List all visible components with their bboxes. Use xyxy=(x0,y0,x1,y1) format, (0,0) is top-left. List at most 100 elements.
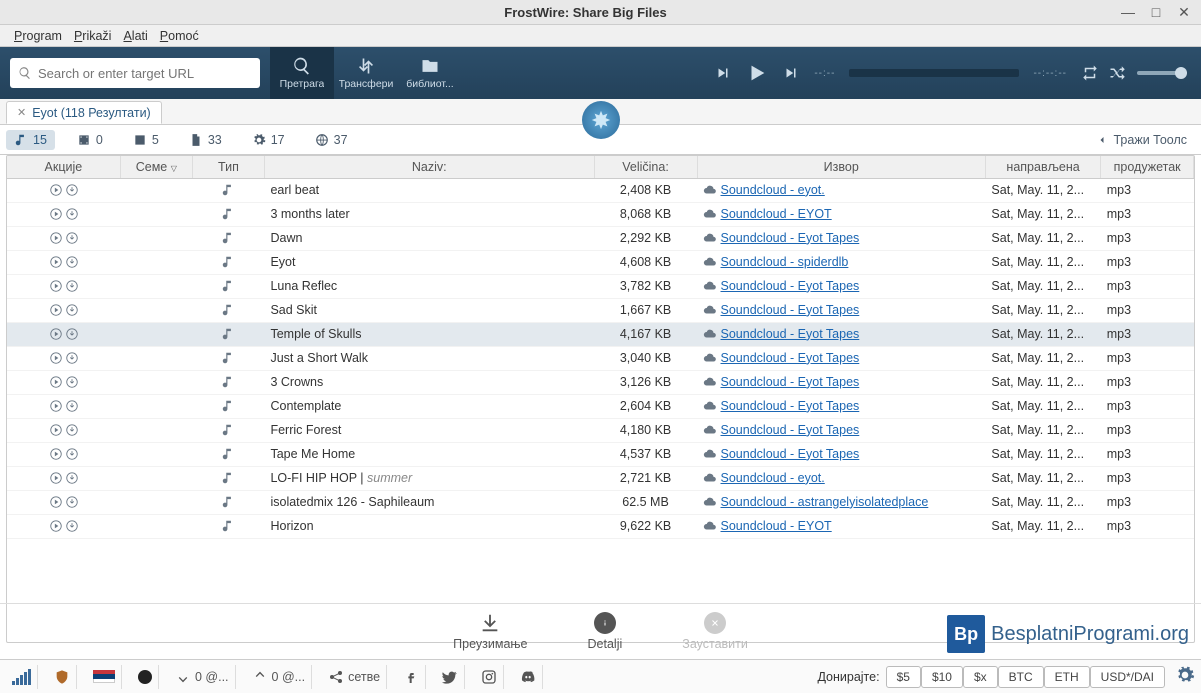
filter-torrent[interactable]: 37 xyxy=(307,130,356,150)
table-row[interactable]: Horizon9,622 KB Soundcloud - EYOTSat, Ma… xyxy=(7,514,1194,538)
table-row[interactable]: Contemplate2,604 KB Soundcloud - Eyot Ta… xyxy=(7,394,1194,418)
shuffle-icon[interactable] xyxy=(1109,64,1127,82)
seeds-indicator[interactable]: сетве xyxy=(322,665,387,689)
row-actions[interactable] xyxy=(7,370,120,394)
brand-logo[interactable]: Bp BesplatniProgrami.org xyxy=(947,615,1189,653)
row-actions[interactable] xyxy=(7,466,120,490)
col-size[interactable]: Veličina: xyxy=(594,156,697,178)
filter-doc[interactable]: 33 xyxy=(181,130,230,150)
minimize-button[interactable]: — xyxy=(1121,4,1135,21)
row-source[interactable]: Soundcloud - Eyot Tapes xyxy=(697,442,985,466)
donate-button[interactable]: $x xyxy=(963,666,998,688)
table-row[interactable]: Just a Short Walk3,040 KB Soundcloud - E… xyxy=(7,346,1194,370)
facebook-link[interactable] xyxy=(397,665,426,689)
row-ext: mp3 xyxy=(1101,250,1194,274)
row-source[interactable]: Soundcloud - Eyot Tapes xyxy=(697,274,985,298)
row-actions[interactable] xyxy=(7,418,120,442)
row-source[interactable]: Soundcloud - Eyot Tapes xyxy=(697,418,985,442)
row-source[interactable]: Soundcloud - Eyot Tapes xyxy=(697,346,985,370)
row-actions[interactable] xyxy=(7,490,120,514)
settings-button[interactable] xyxy=(1175,665,1195,688)
menu-program[interactable]: Program xyxy=(10,27,66,45)
search-tab[interactable]: ✕ Eyot (118 Резултати) xyxy=(6,101,162,124)
row-source[interactable]: Soundcloud - Eyot Tapes xyxy=(697,370,985,394)
menu-pomoc[interactable]: Pomoć xyxy=(156,27,203,45)
table-row[interactable]: LO-FI HIP HOP | summer2,721 KB Soundclou… xyxy=(7,466,1194,490)
table-row[interactable]: 3 Crowns3,126 KB Soundcloud - Eyot Tapes… xyxy=(7,370,1194,394)
row-actions[interactable] xyxy=(7,394,120,418)
twitter-link[interactable] xyxy=(436,665,465,689)
menu-prikazi[interactable]: Prikaži xyxy=(70,27,116,45)
maximize-button[interactable]: □ xyxy=(1149,4,1163,21)
row-actions[interactable] xyxy=(7,298,120,322)
row-source[interactable]: Soundcloud - eyot. xyxy=(697,466,985,490)
row-actions[interactable] xyxy=(7,202,120,226)
table-row[interactable]: earl beat2,408 KB Soundcloud - eyot.Sat,… xyxy=(7,178,1194,202)
close-tab-icon[interactable]: ✕ xyxy=(17,106,26,119)
donate-button[interactable]: $5 xyxy=(886,666,921,688)
row-actions[interactable] xyxy=(7,442,120,466)
player-progress[interactable] xyxy=(849,69,1019,77)
instagram-link[interactable] xyxy=(475,665,504,689)
close-button[interactable]: ✕ xyxy=(1177,4,1191,21)
vpn-indicator[interactable] xyxy=(48,665,77,689)
row-actions[interactable] xyxy=(7,178,120,202)
filter-audio[interactable]: 15 xyxy=(6,130,55,150)
row-source[interactable]: Soundcloud - spiderdlb xyxy=(697,250,985,274)
row-source[interactable]: Soundcloud - EYOT xyxy=(697,202,985,226)
row-source[interactable]: Soundcloud - Eyot Tapes xyxy=(697,394,985,418)
row-source[interactable]: Soundcloud - eyot. xyxy=(697,178,985,202)
col-source[interactable]: Извор xyxy=(697,156,985,178)
download-button[interactable]: Преузимање xyxy=(453,612,527,651)
details-button[interactable]: Detalji xyxy=(588,612,623,651)
volume-slider[interactable] xyxy=(1137,71,1187,75)
toolbar-transfers[interactable]: Трансфери xyxy=(334,47,398,99)
next-icon[interactable] xyxy=(782,64,800,82)
row-source[interactable]: Soundcloud - EYOT xyxy=(697,514,985,538)
donate-button[interactable]: BTC xyxy=(998,666,1044,688)
row-actions[interactable] xyxy=(7,514,120,538)
discord-link[interactable] xyxy=(514,665,543,689)
table-row[interactable]: Tape Me Home4,537 KB Soundcloud - Eyot T… xyxy=(7,442,1194,466)
search-tools-button[interactable]: Тражи Тоолс xyxy=(1088,130,1196,150)
col-name[interactable]: Naziv: xyxy=(264,156,594,178)
menu-alati[interactable]: Alati xyxy=(119,27,151,45)
col-actions[interactable]: Акције xyxy=(7,156,120,178)
row-actions[interactable] xyxy=(7,274,120,298)
col-created[interactable]: направљена xyxy=(985,156,1100,178)
table-row[interactable]: isolatedmix 126 - Saphileaum62.5 MB Soun… xyxy=(7,490,1194,514)
table-row[interactable]: Eyot4,608 KB Soundcloud - spiderdlbSat, … xyxy=(7,250,1194,274)
col-seed[interactable]: Семе ▽ xyxy=(120,156,192,178)
donate-button[interactable]: USD*/DAI xyxy=(1090,666,1165,688)
table-row[interactable]: Temple of Skulls4,167 KB Soundcloud - Ey… xyxy=(7,322,1194,346)
row-actions[interactable] xyxy=(7,226,120,250)
row-actions[interactable] xyxy=(7,322,120,346)
toolbar-library[interactable]: библиот... xyxy=(398,47,462,99)
table-row[interactable]: Sad Skit1,667 KB Soundcloud - Eyot Tapes… xyxy=(7,298,1194,322)
prev-icon[interactable] xyxy=(714,64,732,82)
filter-image[interactable]: 5 xyxy=(125,130,167,150)
row-source[interactable]: Soundcloud - Eyot Tapes xyxy=(697,226,985,250)
table-row[interactable]: Dawn2,292 KB Soundcloud - Eyot TapesSat,… xyxy=(7,226,1194,250)
row-actions[interactable] xyxy=(7,346,120,370)
toolbar-search[interactable]: Претрага xyxy=(270,47,334,99)
col-ext[interactable]: продужетак xyxy=(1101,156,1194,178)
donate-button[interactable]: $10 xyxy=(921,666,963,688)
row-actions[interactable] xyxy=(7,250,120,274)
row-source[interactable]: Soundcloud - Eyot Tapes xyxy=(697,298,985,322)
table-row[interactable]: Ferric Forest4,180 KB Soundcloud - Eyot … xyxy=(7,418,1194,442)
row-source[interactable]: Soundcloud - Eyot Tapes xyxy=(697,322,985,346)
filter-video[interactable]: 0 xyxy=(69,130,111,150)
donate-button[interactable]: ETH xyxy=(1044,666,1090,688)
col-type[interactable]: Тип xyxy=(192,156,264,178)
row-source[interactable]: Soundcloud - astrangelyisolatedplace xyxy=(697,490,985,514)
row-name: 3 months later xyxy=(264,202,594,226)
play-icon[interactable] xyxy=(746,62,768,84)
search-input[interactable] xyxy=(38,66,252,81)
search-box[interactable] xyxy=(10,58,260,88)
row-type xyxy=(192,370,264,394)
table-row[interactable]: 3 months later8,068 KB Soundcloud - EYOT… xyxy=(7,202,1194,226)
repeat-icon[interactable] xyxy=(1081,64,1099,82)
filter-app[interactable]: 17 xyxy=(244,130,293,150)
table-row[interactable]: Luna Reflec3,782 KB Soundcloud - Eyot Ta… xyxy=(7,274,1194,298)
